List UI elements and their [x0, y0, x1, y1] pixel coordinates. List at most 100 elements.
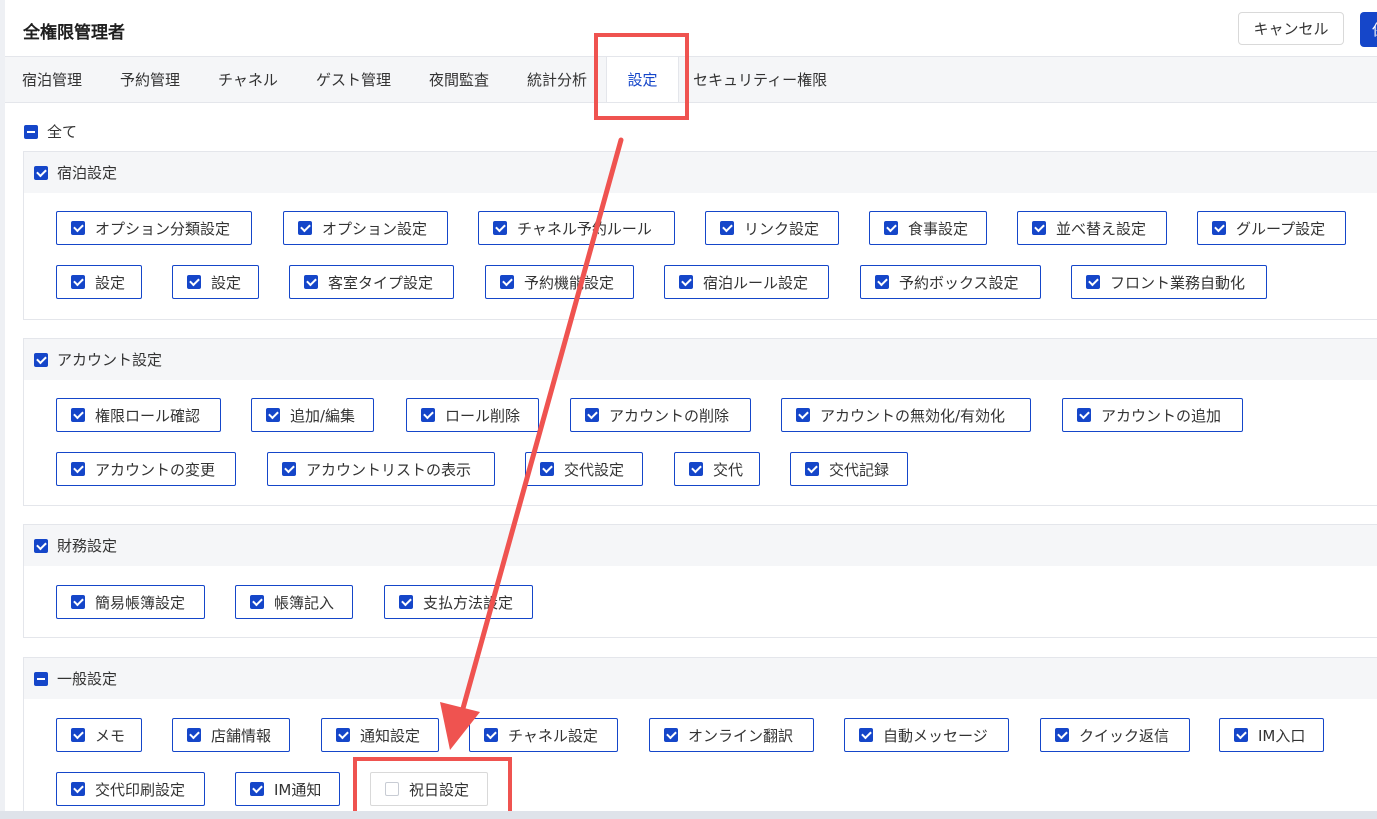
section-checkbox[interactable]	[34, 352, 48, 367]
section-checkbox[interactable]	[34, 538, 48, 553]
permission-item[interactable]: IM入口	[1219, 718, 1324, 752]
item-checkbox[interactable]	[71, 595, 85, 609]
item-checkbox[interactable]	[1234, 728, 1248, 742]
permission-item[interactable]: オンライン翻訳	[649, 718, 814, 752]
permission-item[interactable]: 設定	[56, 265, 142, 299]
item-checkbox[interactable]	[71, 408, 85, 422]
item-checkbox[interactable]	[859, 728, 873, 742]
permission-item[interactable]: フロント業務自動化	[1071, 265, 1267, 299]
item-checkbox[interactable]	[399, 595, 413, 609]
item-checkbox[interactable]	[689, 462, 703, 476]
item-checkbox[interactable]	[585, 408, 599, 422]
permission-item[interactable]: 並べ替え設定	[1017, 211, 1167, 245]
permission-item[interactable]: アカウントの削除	[570, 398, 751, 432]
horizontal-scrollbar[interactable]	[0, 811, 1377, 819]
permission-item[interactable]: オプション設定	[283, 211, 448, 245]
permission-item[interactable]: ロール削除	[406, 398, 539, 432]
tab-security-permissions[interactable]: セキュリティー権限	[693, 57, 827, 102]
item-checkbox[interactable]	[884, 221, 898, 235]
permission-item[interactable]: 簡易帳簿設定	[56, 585, 205, 619]
permission-item[interactable]: 支払方法設定	[384, 585, 533, 619]
permission-item[interactable]: 予約機能設定	[485, 265, 634, 299]
tab-reservation-management[interactable]: 予約管理	[120, 57, 180, 102]
item-checkbox[interactable]	[421, 408, 435, 422]
permission-item[interactable]: IM通知	[235, 772, 340, 806]
select-all-checkbox[interactable]	[24, 124, 38, 139]
item-checkbox[interactable]	[336, 728, 350, 742]
permission-item[interactable]: アカウントの変更	[56, 452, 236, 486]
item-checkbox[interactable]	[187, 275, 201, 289]
permission-item[interactable]: 客室タイプ設定	[289, 265, 454, 299]
permission-item[interactable]: 交代記録	[790, 452, 908, 486]
permission-item[interactable]: 権限ロール確認	[56, 398, 221, 432]
section-title: 宿泊設定	[57, 164, 118, 182]
item-checkbox[interactable]	[250, 782, 264, 796]
permission-item[interactable]: チャネル設定	[469, 718, 618, 752]
item-checkbox[interactable]	[1086, 275, 1100, 289]
permission-item[interactable]: 交代	[674, 452, 760, 486]
section-header[interactable]: 財務設定	[24, 525, 1377, 566]
permission-item[interactable]: アカウントリストの表示	[267, 452, 495, 486]
section-header[interactable]: 一般設定	[24, 658, 1377, 699]
item-checkbox[interactable]	[484, 728, 498, 742]
select-all[interactable]: 全て	[24, 121, 77, 142]
item-checkbox[interactable]	[1032, 221, 1046, 235]
permission-item[interactable]: アカウントの無効化/有効化	[781, 398, 1031, 432]
permission-item[interactable]: 予約ボックス設定	[860, 265, 1041, 299]
item-checkbox[interactable]	[71, 462, 85, 476]
permission-item[interactable]: アカウントの追加	[1062, 398, 1243, 432]
permission-item[interactable]: リンク設定	[705, 211, 839, 245]
permission-item[interactable]: 通知設定	[321, 718, 439, 752]
item-checkbox[interactable]	[1212, 221, 1226, 235]
item-checkbox[interactable]	[71, 221, 85, 235]
permission-item[interactable]: 追加/編集	[251, 398, 374, 432]
item-checkbox[interactable]	[250, 595, 264, 609]
item-checkbox[interactable]	[298, 221, 312, 235]
permission-item[interactable]: グループ設定	[1197, 211, 1346, 245]
item-checkbox[interactable]	[1077, 408, 1091, 422]
permission-item[interactable]: 自動メッセージ	[844, 718, 1009, 752]
cancel-button[interactable]: キャンセル	[1238, 12, 1344, 45]
section-header[interactable]: アカウント設定	[24, 339, 1377, 380]
permission-item[interactable]: 帳簿記入	[235, 585, 353, 619]
permission-item[interactable]: クイック返信	[1040, 718, 1190, 752]
tab-night-audit[interactable]: 夜間監査	[429, 57, 489, 102]
item-checkbox[interactable]	[679, 275, 693, 289]
tab-statistics[interactable]: 統計分析	[527, 57, 587, 102]
item-checkbox[interactable]	[493, 221, 507, 235]
tab-guest-management[interactable]: ゲスト管理	[316, 57, 391, 102]
item-checkbox[interactable]	[540, 462, 554, 476]
item-checkbox[interactable]	[282, 462, 296, 476]
item-checkbox[interactable]	[71, 728, 85, 742]
tab-channel[interactable]: チャネル	[218, 57, 278, 102]
item-label: 並べ替え設定	[1056, 219, 1147, 238]
section-header[interactable]: 宿泊設定	[24, 152, 1377, 193]
section-checkbox[interactable]	[34, 671, 48, 686]
permission-item[interactable]: 食事設定	[869, 211, 987, 245]
item-checkbox[interactable]	[304, 275, 318, 289]
item-checkbox[interactable]	[187, 728, 201, 742]
item-label: 食事設定	[908, 219, 969, 238]
item-checkbox[interactable]	[1055, 728, 1069, 742]
permission-item[interactable]: チャネル予約ルール	[478, 211, 675, 245]
item-checkbox[interactable]	[71, 782, 85, 796]
permission-item[interactable]: 交代設定	[525, 452, 643, 486]
item-checkbox[interactable]	[500, 275, 514, 289]
permission-item[interactable]: 設定	[172, 265, 259, 299]
permission-item[interactable]: 店舗情報	[172, 718, 290, 752]
item-checkbox[interactable]	[796, 408, 810, 422]
item-checkbox[interactable]	[875, 275, 889, 289]
save-button[interactable]: 保	[1360, 12, 1377, 47]
section-checkbox[interactable]	[34, 165, 48, 180]
item-checkbox[interactable]	[720, 221, 734, 235]
item-checkbox[interactable]	[805, 462, 819, 476]
permission-item[interactable]: メモ	[56, 718, 142, 752]
item-checkbox[interactable]	[71, 275, 85, 289]
tab-stay-management[interactable]: 宿泊管理	[22, 57, 82, 102]
item-checkbox[interactable]	[266, 408, 280, 422]
permission-item[interactable]: 交代印刷設定	[56, 772, 205, 806]
permission-item[interactable]: 宿泊ルール設定	[664, 265, 829, 299]
permission-item[interactable]: オプション分類設定	[56, 211, 252, 245]
item-checkbox[interactable]	[664, 728, 678, 742]
item-label: IM入口	[1258, 726, 1306, 745]
